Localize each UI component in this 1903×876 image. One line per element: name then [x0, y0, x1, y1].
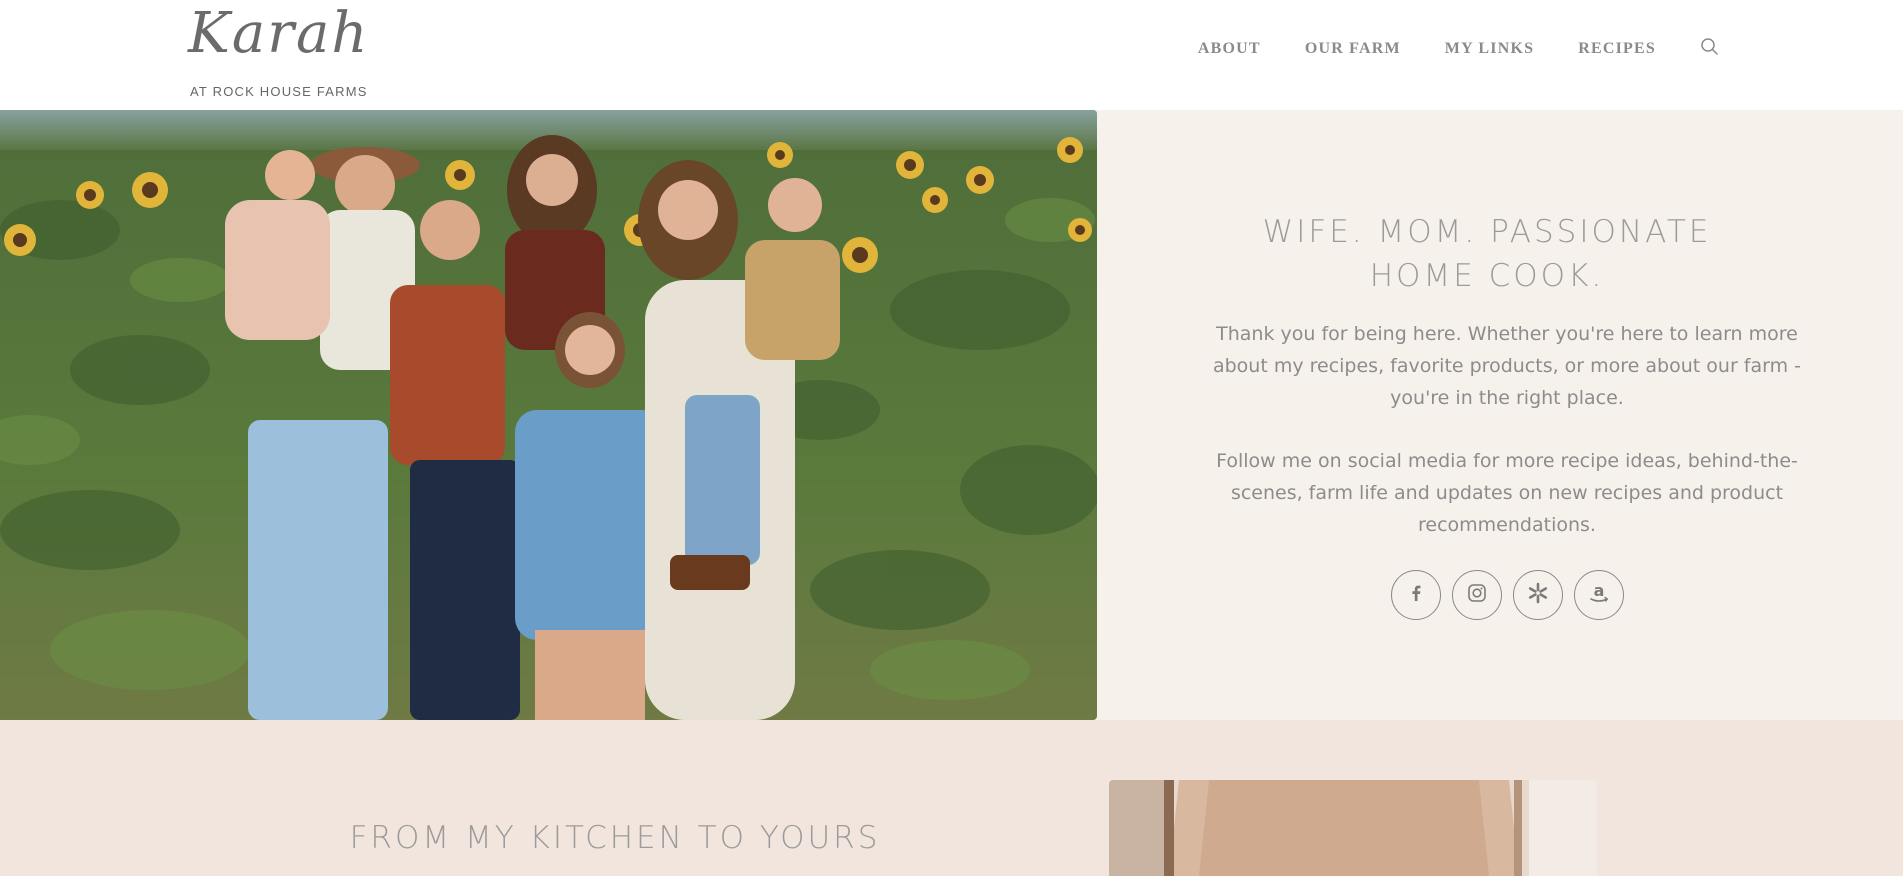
walmart-link[interactable] — [1513, 570, 1563, 620]
facebook-icon — [1406, 583, 1426, 608]
kitchen-section: FROM MY KITCHEN TO YOURS — [0, 720, 1903, 876]
social-links: a — [1391, 570, 1635, 620]
hero-text-panel: WIFE. MOM. PASSIONATE HOME COOK. Thank y… — [1097, 110, 1903, 720]
instagram-icon — [1466, 582, 1488, 609]
instagram-link[interactable] — [1452, 570, 1502, 620]
walmart-icon — [1526, 581, 1550, 610]
hero-paragraph-intro: Thank you for being here. Whether you're… — [1212, 323, 1802, 409]
kitchen-photo — [1109, 780, 1597, 876]
hero-heading: WIFE. MOM. PASSIONATE HOME COOK. — [1262, 214, 1712, 294]
hero-paragraph-follow: Follow me on social media for more recip… — [1216, 450, 1798, 536]
nav-our-farm[interactable]: OUR FARM — [1305, 40, 1401, 58]
kitchen-heading: FROM MY KITCHEN TO YOURS — [349, 820, 881, 856]
main-nav: ABOUT OUR FARM MY LINKS RECIPES — [1154, 37, 1720, 58]
facebook-link[interactable] — [1391, 570, 1441, 620]
nav-my-links[interactable]: MY LINKS — [1445, 40, 1534, 58]
svg-text:a: a — [1594, 581, 1605, 600]
hero-section: WIFE. MOM. PASSIONATE HOME COOK. Thank y… — [0, 110, 1903, 720]
family-photo — [0, 110, 1097, 720]
search-icon[interactable] — [1700, 37, 1720, 57]
amazon-link[interactable]: a — [1574, 570, 1624, 620]
nav-about[interactable]: ABOUT — [1198, 40, 1261, 58]
logo-tagline: AT ROCK HOUSE FARMS — [190, 84, 368, 99]
logo-script-text: Karah — [188, 1, 370, 66]
site-logo[interactable]: Karah AT ROCK HOUSE FARMS — [188, 6, 388, 102]
amazon-icon: a — [1587, 581, 1611, 610]
nav-recipes[interactable]: RECIPES — [1578, 40, 1656, 58]
site-header: Karah AT ROCK HOUSE FARMS ABOUT OUR FARM… — [0, 0, 1903, 110]
